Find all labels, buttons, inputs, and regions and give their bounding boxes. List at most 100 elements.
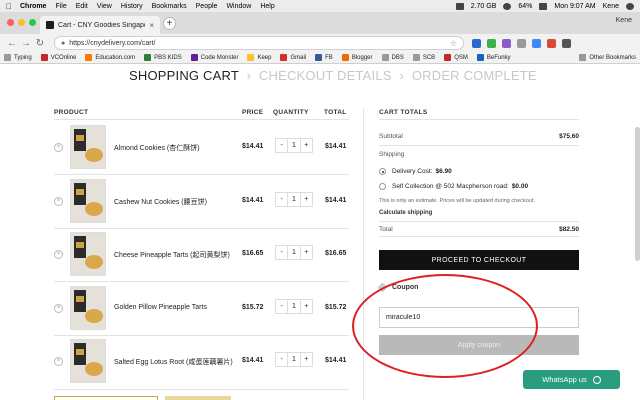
bookmark-qsm[interactable]: QSM <box>444 54 468 61</box>
extension-icon[interactable] <box>472 38 481 48</box>
address-bar[interactable]: ● https://cnydelivery.com/cart/ ☆ <box>54 36 464 50</box>
lock-icon[interactable]: ● <box>61 40 65 47</box>
apply-coupon-button[interactable]: Apply coupon <box>379 335 579 355</box>
remove-item-icon[interactable]: × <box>54 250 63 259</box>
reload-icon[interactable]: ↻ <box>34 38 46 49</box>
battery-icon[interactable] <box>539 2 548 10</box>
step-checkout-details[interactable]: CHECKOUT DETAILS <box>259 68 392 83</box>
bookmark-star-icon[interactable]: ☆ <box>450 39 457 48</box>
increase-button[interactable]: + <box>301 139 312 152</box>
product-thumbnail[interactable] <box>70 125 106 169</box>
bookmark-blogger[interactable]: Blogger <box>341 54 373 61</box>
extension-icon[interactable] <box>547 38 556 48</box>
calculate-shipping-link[interactable]: Calculate shipping <box>379 210 432 216</box>
search-icon[interactable] <box>626 2 634 10</box>
decrease-button[interactable]: - <box>276 300 287 313</box>
radio-unselected-icon[interactable] <box>379 183 386 190</box>
bookmark-code-monster[interactable]: Code Monster <box>190 54 238 61</box>
menu-file[interactable]: File <box>55 3 66 10</box>
page-scrollbar[interactable] <box>635 127 640 261</box>
back-icon[interactable]: ← <box>6 38 18 49</box>
bookmark-fb[interactable]: FB <box>315 54 333 61</box>
apple-icon[interactable]:  <box>6 2 12 11</box>
menu-window[interactable]: Window <box>226 3 251 10</box>
product-thumbnail[interactable] <box>70 339 106 383</box>
bookmark-vconline[interactable]: VCOnline <box>40 54 76 61</box>
extension-icon[interactable] <box>487 38 496 48</box>
quantity-input[interactable]: 1 <box>287 246 301 259</box>
proceed-to-checkout-button[interactable]: PROCEED TO CHECKOUT <box>379 250 579 270</box>
menu-bookmarks[interactable]: Bookmarks <box>152 3 187 10</box>
shipping-option-delivery[interactable]: Delivery Cost: $6.90 <box>379 168 452 175</box>
menu-app-chrome[interactable]: Chrome <box>20 3 46 10</box>
increase-button[interactable]: + <box>301 353 312 366</box>
url-text[interactable]: https://cnydelivery.com/cart/ <box>69 40 155 47</box>
extension-icon[interactable] <box>532 38 541 48</box>
dropbox-icon[interactable] <box>455 2 464 10</box>
disk-readout: 2.70 GB <box>470 2 497 10</box>
decrease-button[interactable]: - <box>276 139 287 152</box>
clock[interactable]: Mon 9:07 AM <box>554 3 595 10</box>
menu-history[interactable]: History <box>121 3 143 10</box>
product-name[interactable]: Salted Egg Lotus Root (咸蛋莲藕薯片) <box>114 357 233 367</box>
decrease-button[interactable]: - <box>276 193 287 206</box>
remove-item-icon[interactable]: × <box>54 197 63 206</box>
menu-view[interactable]: View <box>97 3 112 10</box>
bookmark-icon <box>247 54 255 61</box>
menu-people[interactable]: People <box>196 3 218 10</box>
product-name[interactable]: Almond Cookies (杏仁酥饼) <box>114 143 200 153</box>
product-thumbnail[interactable] <box>70 286 106 330</box>
maximize-window-icon[interactable] <box>29 19 36 26</box>
minimize-window-icon[interactable] <box>18 19 25 26</box>
bookmark-gmail[interactable]: Gmail <box>280 54 306 61</box>
divider <box>54 119 349 120</box>
coupon-code-input[interactable] <box>379 307 579 328</box>
decrease-button[interactable]: - <box>276 246 287 259</box>
extension-icon[interactable] <box>517 38 526 48</box>
remove-item-icon[interactable]: × <box>54 143 63 152</box>
product-name[interactable]: Golden Pillow Pineapple Tarts <box>114 304 207 311</box>
product-thumbnail[interactable] <box>70 232 106 276</box>
bookmark-befunky[interactable]: BeFunky <box>476 54 511 61</box>
profile-button[interactable]: Kene <box>616 17 632 24</box>
decrease-button[interactable]: - <box>276 353 287 366</box>
continue-shopping-button[interactable] <box>54 396 158 400</box>
bookmark-dbs[interactable]: DBS <box>381 54 404 61</box>
product-name[interactable]: Cashew Nut Cookies (腰豆饼) <box>114 197 207 207</box>
increase-button[interactable]: + <box>301 300 312 313</box>
bookmark-pbs-kids[interactable]: PBS KIDS <box>144 54 182 61</box>
bookmark-scb[interactable]: SCB <box>412 54 435 61</box>
step-shopping-cart[interactable]: SHOPPING CART <box>129 68 239 83</box>
menu-help[interactable]: Help <box>260 3 274 10</box>
bookmark-icon <box>315 54 323 61</box>
extension-icon[interactable] <box>502 38 511 48</box>
whatsapp-button[interactable]: WhatsApp us <box>523 370 620 389</box>
shipping-option-self-collection[interactable]: Self Collection @ 502 Macpherson road: $… <box>379 183 528 190</box>
new-tab-button[interactable]: + <box>163 17 176 30</box>
user-name[interactable]: Kene <box>603 3 619 10</box>
table-row: × Cheese Pineapple Tarts (起司黄梨饼) $16.65 … <box>54 228 349 281</box>
increase-button[interactable]: + <box>301 246 312 259</box>
menu-edit[interactable]: Edit <box>76 3 88 10</box>
product-thumbnail[interactable] <box>70 179 106 223</box>
wifi-icon[interactable] <box>503 2 512 10</box>
menu-dots-icon[interactable] <box>562 38 571 48</box>
bookmark-education[interactable]: Education.com <box>85 54 135 61</box>
close-tab-icon[interactable]: × <box>149 21 154 30</box>
other-bookmarks[interactable]: Other Bookmarks <box>579 54 636 61</box>
update-cart-button[interactable] <box>165 396 231 400</box>
quantity-input[interactable]: 1 <box>287 353 301 366</box>
quantity-input[interactable]: 1 <box>287 300 301 313</box>
quantity-input[interactable]: 1 <box>287 139 301 152</box>
product-name[interactable]: Cheese Pineapple Tarts (起司黄梨饼) <box>114 250 230 260</box>
remove-item-icon[interactable]: × <box>54 357 63 366</box>
bookmark-typing[interactable]: Typing <box>4 54 32 61</box>
bookmark-keep[interactable]: Keep <box>247 54 271 61</box>
forward-icon[interactable]: → <box>20 38 32 49</box>
tab-cart[interactable]: Cart - CNY Goodies Singapore × <box>40 16 160 34</box>
remove-item-icon[interactable]: × <box>54 304 63 313</box>
close-window-icon[interactable] <box>7 19 14 26</box>
quantity-input[interactable]: 1 <box>287 193 301 206</box>
radio-selected-icon[interactable] <box>379 168 386 175</box>
increase-button[interactable]: + <box>301 193 312 206</box>
